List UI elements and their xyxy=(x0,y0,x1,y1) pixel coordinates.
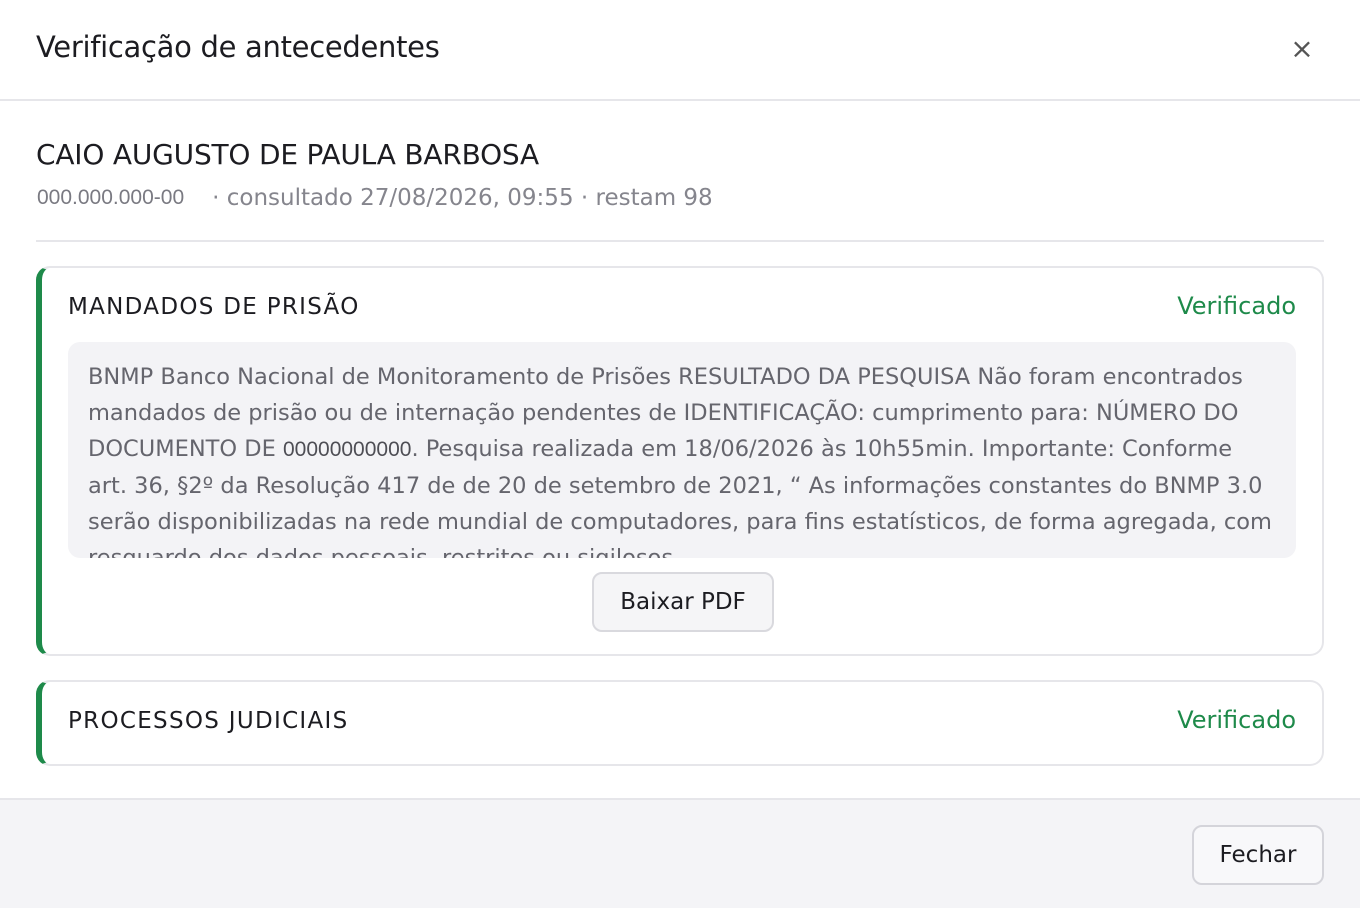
person-meta: 000.000.000-00 · consultado 27/08/2026, … xyxy=(37,183,713,213)
divider xyxy=(36,240,1324,242)
person-name: CAIO AUGUSTO DE PAULA BARBOSA xyxy=(36,138,539,171)
modal-title: Verificação de antecedentes xyxy=(36,30,440,64)
result-text: BNMP Banco Nacional de Monitoramento de … xyxy=(88,359,1276,558)
background-check-modal: Verificação de antecedentes × CAIO AUGUS… xyxy=(0,0,1360,908)
section-lawsuits[interactable]: PROCESSOS JUDICIAIS Verificado xyxy=(36,680,1324,766)
modal-footer: Fechar xyxy=(0,798,1360,908)
consultation-info: · consultado 27/08/2026, 09:55 · restam … xyxy=(212,185,713,211)
section-title: MANDADOS DE PRISÃO xyxy=(68,294,360,320)
result-text-box[interactable]: BNMP Banco Nacional de Monitoramento de … xyxy=(68,342,1296,558)
section-title: PROCESSOS JUDICIAIS xyxy=(68,708,349,734)
close-icon[interactable]: × xyxy=(1285,30,1319,66)
modal-header: Verificação de antecedentes × xyxy=(0,0,1360,101)
document-number: 00000000000 xyxy=(282,438,412,461)
section-arrest-warrants: MANDADOS DE PRISÃO Verificado BNMP Banco… xyxy=(36,266,1324,656)
status-badge: Verificado xyxy=(1177,706,1296,734)
status-badge: Verificado xyxy=(1177,292,1296,320)
close-button[interactable]: Fechar xyxy=(1192,825,1324,885)
download-pdf-button[interactable]: Baixar PDF xyxy=(592,572,774,632)
cpf-number: 000.000.000-00 xyxy=(37,186,185,209)
